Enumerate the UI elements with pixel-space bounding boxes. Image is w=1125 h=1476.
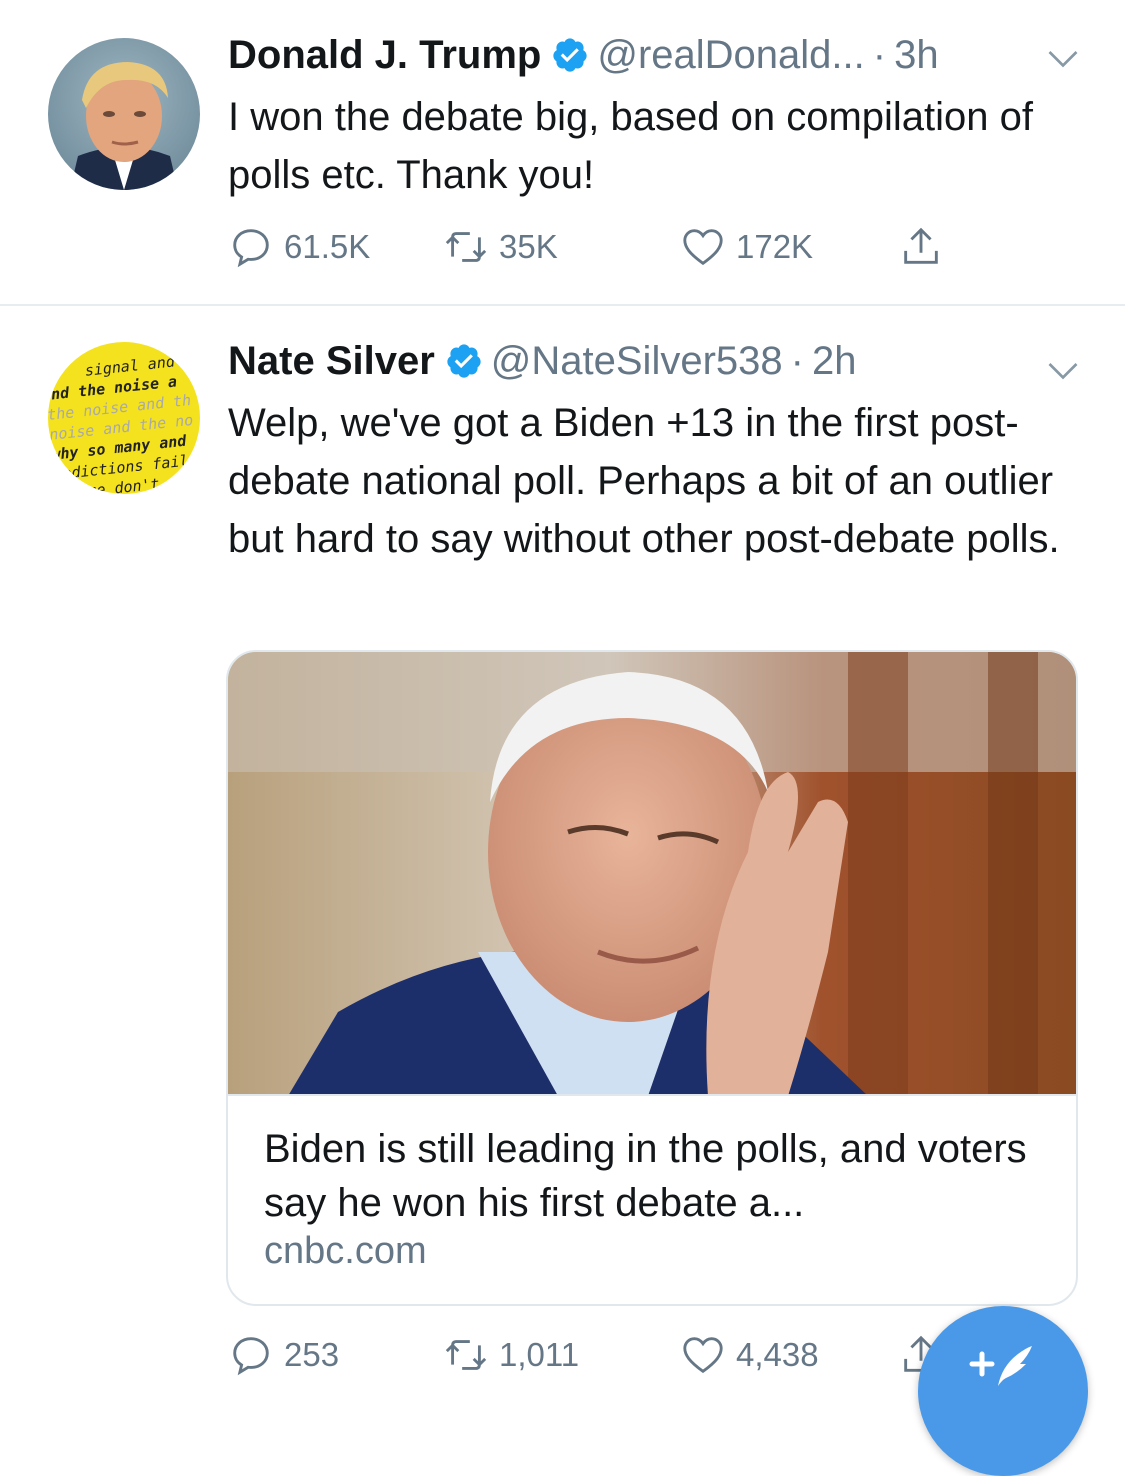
separator: · bbox=[872, 32, 887, 77]
retweet-button[interactable]: 35K bbox=[443, 222, 558, 272]
compose-tweet-button[interactable] bbox=[918, 1306, 1088, 1476]
handle[interactable]: @realDonald... bbox=[597, 33, 864, 78]
like-button[interactable]: 4,438 bbox=[680, 1330, 819, 1380]
tweet-text: I won the debate big, based on compilati… bbox=[228, 95, 1033, 197]
card-image bbox=[228, 652, 1076, 1096]
card-domain: cnbc.com bbox=[264, 1230, 427, 1272]
display-name[interactable]: Donald J. Trump bbox=[228, 33, 541, 78]
tweet[interactable]: signal and nd the noise a the noise and … bbox=[0, 306, 1125, 1406]
tweet[interactable]: Donald J. Trump @realDonald... · 3h I wo… bbox=[0, 0, 1125, 305]
chevron-down-icon[interactable] bbox=[1045, 352, 1081, 388]
retweet-count: 1,011 bbox=[499, 1336, 580, 1373]
handle[interactable]: @NateSilver538 bbox=[491, 339, 783, 384]
compose-tweet-icon bbox=[969, 1346, 1032, 1386]
like-button[interactable]: 172K bbox=[680, 222, 813, 272]
link-card[interactable]: Biden is still leading in the polls, and… bbox=[226, 650, 1078, 1306]
timestamp[interactable]: 2h bbox=[812, 339, 857, 384]
avatar[interactable]: signal and nd the noise a the noise and … bbox=[48, 342, 200, 494]
verified-badge-icon bbox=[551, 36, 589, 74]
retweet-icon bbox=[445, 1340, 487, 1370]
share-button[interactable] bbox=[898, 222, 954, 272]
reply-icon bbox=[233, 229, 269, 268]
card-title: Biden is still leading in the polls, and… bbox=[264, 1127, 1027, 1225]
tweet-text: Welp, we've got a Biden +13 in the first… bbox=[228, 401, 1060, 561]
reply-button[interactable]: 253 bbox=[228, 1330, 339, 1380]
reply-icon bbox=[233, 1337, 269, 1376]
verified-badge-icon bbox=[445, 342, 483, 380]
reply-count: 61.5K bbox=[284, 228, 371, 265]
tweet-header: Nate Silver @NateSilver538 · 2h bbox=[228, 336, 856, 386]
tweet-header: Donald J. Trump @realDonald... · 3h bbox=[228, 30, 939, 80]
display-name[interactable]: Nate Silver bbox=[228, 339, 435, 384]
retweet-icon bbox=[445, 232, 487, 262]
retweet-count: 35K bbox=[499, 228, 558, 265]
chevron-down-icon[interactable] bbox=[1045, 40, 1081, 76]
timestamp[interactable]: 3h bbox=[894, 33, 939, 78]
tweet-actions: 61.5K 35K 172K bbox=[228, 222, 968, 272]
avatar[interactable] bbox=[48, 38, 200, 190]
separator: · bbox=[790, 338, 804, 383]
heart-icon bbox=[683, 229, 723, 266]
like-count: 172K bbox=[736, 228, 814, 265]
reply-button[interactable]: 61.5K bbox=[228, 222, 370, 272]
share-icon bbox=[904, 227, 938, 264]
retweet-button[interactable]: 1,011 bbox=[443, 1330, 579, 1380]
like-count: 4,438 bbox=[736, 1336, 819, 1373]
reply-count: 253 bbox=[284, 1336, 340, 1373]
heart-icon bbox=[683, 1337, 723, 1374]
tweet-actions: 253 1,011 4,438 bbox=[228, 1330, 968, 1380]
